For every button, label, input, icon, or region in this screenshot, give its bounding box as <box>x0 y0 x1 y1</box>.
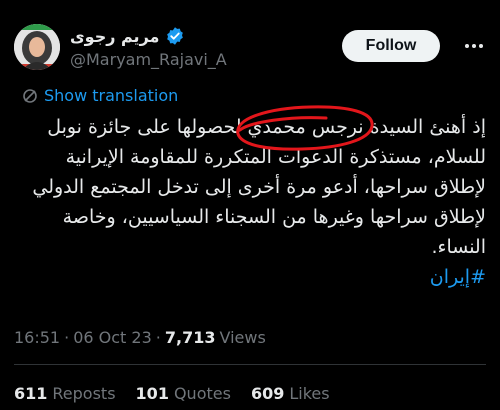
tweet-card: مریم رجوی @Maryam_Rajavi_A Follow Show t… <box>0 0 500 410</box>
avatar-portrait <box>14 24 60 70</box>
verified-badge-icon <box>167 27 184 45</box>
tweet-time[interactable]: 16:51 <box>14 328 60 347</box>
quotes-label: Quotes <box>173 384 231 403</box>
likes-stat[interactable]: 609 Likes <box>251 384 330 403</box>
tweet-meta: 16:51 · 06 Oct 23 · 7,713 Views <box>14 328 266 347</box>
follow-button[interactable]: Follow <box>342 30 440 62</box>
divider <box>14 364 486 365</box>
avatar[interactable] <box>14 24 60 70</box>
meta-separator: · <box>64 328 70 347</box>
author-handle[interactable]: @Maryam_Rajavi_A <box>70 50 270 69</box>
reposts-stat[interactable]: 611 Reposts <box>14 384 116 403</box>
likes-label: Likes <box>289 384 330 403</box>
hashtag-link[interactable]: #إيران <box>430 266 486 288</box>
engagement-stats: 611 Reposts 101 Quotes 609 Likes <box>14 384 330 403</box>
show-translation[interactable]: Show translation <box>22 86 178 105</box>
author-block: مریم رجوی @Maryam_Rajavi_A <box>70 24 270 70</box>
show-translation-link[interactable]: Show translation <box>44 86 178 105</box>
views-label: Views <box>219 328 266 347</box>
tweet-body: إذ أهنئ السيدة نرجس محمدي لحصولها على جا… <box>32 116 486 258</box>
quotes-count: 101 <box>135 384 169 403</box>
tweet-date[interactable]: 06 Oct 23 <box>73 328 152 347</box>
reposts-count: 611 <box>14 384 48 403</box>
display-name[interactable]: مریم رجوی <box>70 27 159 46</box>
views-count: 7,713 <box>164 328 216 347</box>
reposts-label: Reposts <box>52 384 116 403</box>
meta-separator: · <box>155 328 161 347</box>
tweet-text: إذ أهنئ السيدة نرجس محمدي لحصولها على جا… <box>14 112 486 292</box>
likes-count: 609 <box>250 384 285 403</box>
more-options-icon[interactable] <box>463 38 485 54</box>
quotes-stat[interactable]: 101 Quotes <box>136 384 231 403</box>
translate-icon <box>23 88 37 103</box>
